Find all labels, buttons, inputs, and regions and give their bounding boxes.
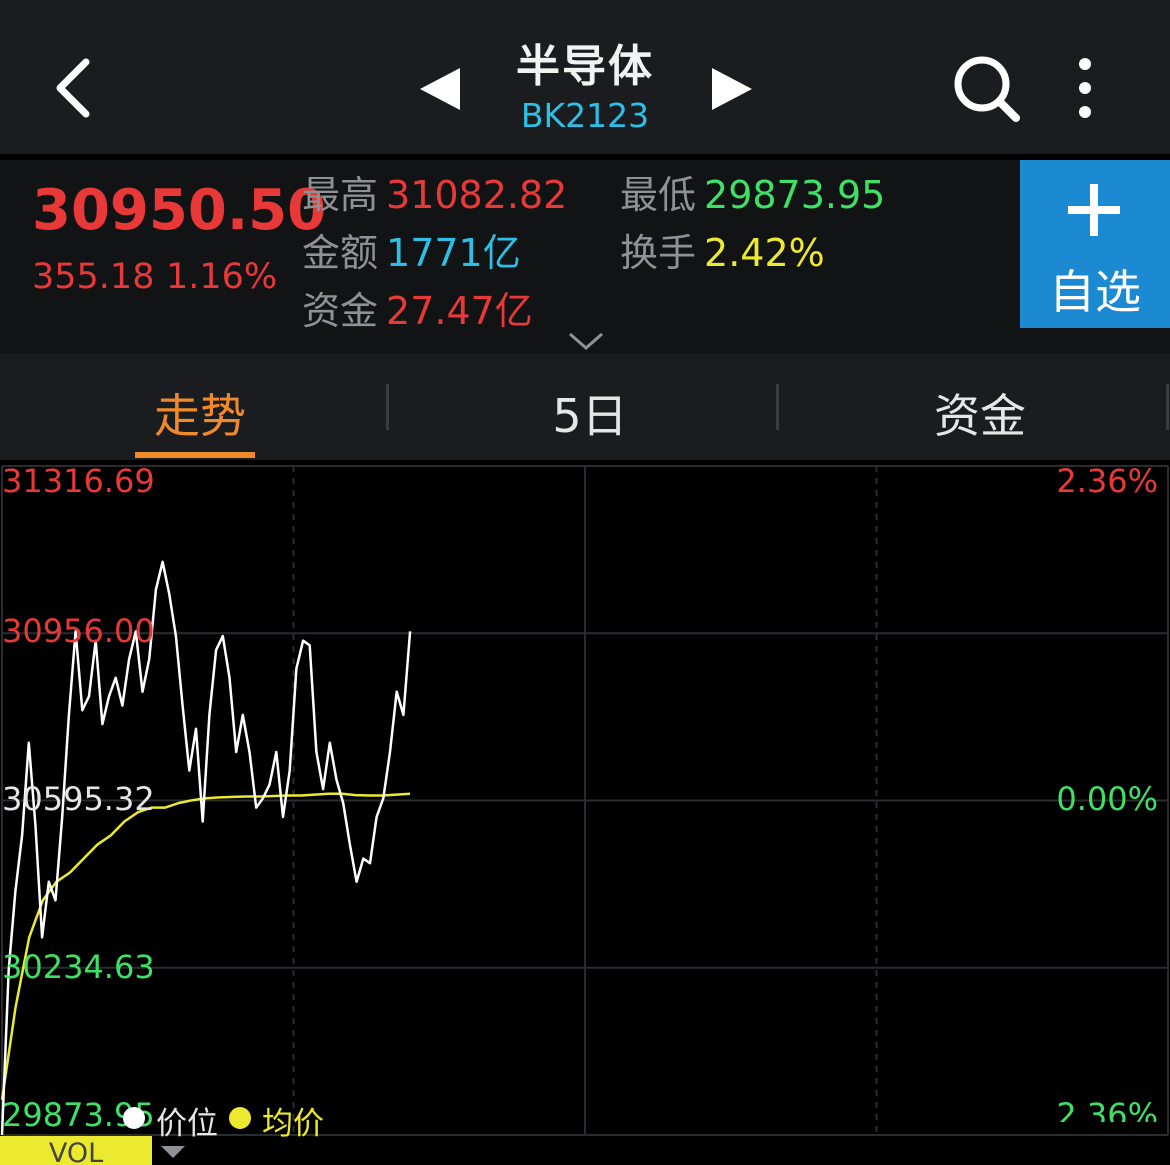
stat-turnover-value: 2.42% [704,231,825,275]
y-tick-label: 30234.63 [2,948,155,986]
y-tick-label: 30956.00 [2,612,155,650]
page-title: 半导体 [516,41,654,92]
more-icon[interactable] [1068,56,1102,122]
stat-turnover: 换手 2.42% [620,222,825,277]
stat-fund-label: 资金 [302,289,379,333]
tab-divider [386,384,389,430]
y-tick-label: 30595.32 [2,780,155,818]
stat-amount: 金额 1771亿 [302,222,521,277]
stat-low-value: 29873.95 [704,173,886,217]
tab-fund[interactable]: 资金 [915,380,1045,446]
add-watchlist-label: 自选 [1049,265,1141,319]
stat-fund: 资金 27.47亿 [302,280,533,335]
back-icon[interactable] [46,50,106,120]
vol-indicator-tab[interactable]: VOL [0,1136,152,1165]
y-right-tick-label: 2.36% [1056,462,1158,500]
y-tick-label: 31316.69 [2,462,155,500]
stat-amount-value: 1771亿 [386,231,521,275]
y-right-tick-label: 2.36% [1056,1096,1158,1122]
y-right-tick-label: 0.00% [1056,780,1158,818]
chart-grid [1,465,1169,1136]
next-arrow-icon[interactable] [710,64,756,114]
price-change-percent: 1.16% [166,257,278,297]
tab-trend[interactable]: 走势 [135,380,265,446]
stat-low: 最低 29873.95 [620,164,885,219]
avg-legend-dot-icon [229,1107,251,1129]
price-change: 355.18 [32,257,155,297]
active-tab-indicator [135,452,255,458]
stat-turnover-label: 换手 [620,231,697,275]
sector-code: BK2123 [520,96,650,135]
tab-divider [1166,384,1169,430]
search-icon[interactable] [950,52,1022,124]
tab-5day[interactable]: 5日 [520,380,660,446]
legend-avg-label: 均价 [262,1106,324,1142]
stat-high-value: 31082.82 [386,173,568,217]
stat-high: 最高 31082.82 [302,164,567,219]
intraday-chart[interactable] [0,460,1170,1165]
tab-divider [776,384,779,430]
price-legend-dot-icon [123,1107,145,1129]
plus-icon [1068,184,1120,236]
legend-price-label: 价位 [156,1106,218,1142]
stat-amount-label: 金额 [302,231,379,275]
add-watchlist-button[interactable]: 自选 [1020,160,1170,328]
chevron-down-icon[interactable] [566,330,606,352]
current-price: 30950.50 [32,178,327,243]
stat-high-label: 最高 [302,173,379,217]
stat-low-label: 最低 [620,173,697,217]
stat-fund-value: 27.47亿 [386,289,533,333]
chevron-down-icon[interactable] [160,1144,186,1160]
